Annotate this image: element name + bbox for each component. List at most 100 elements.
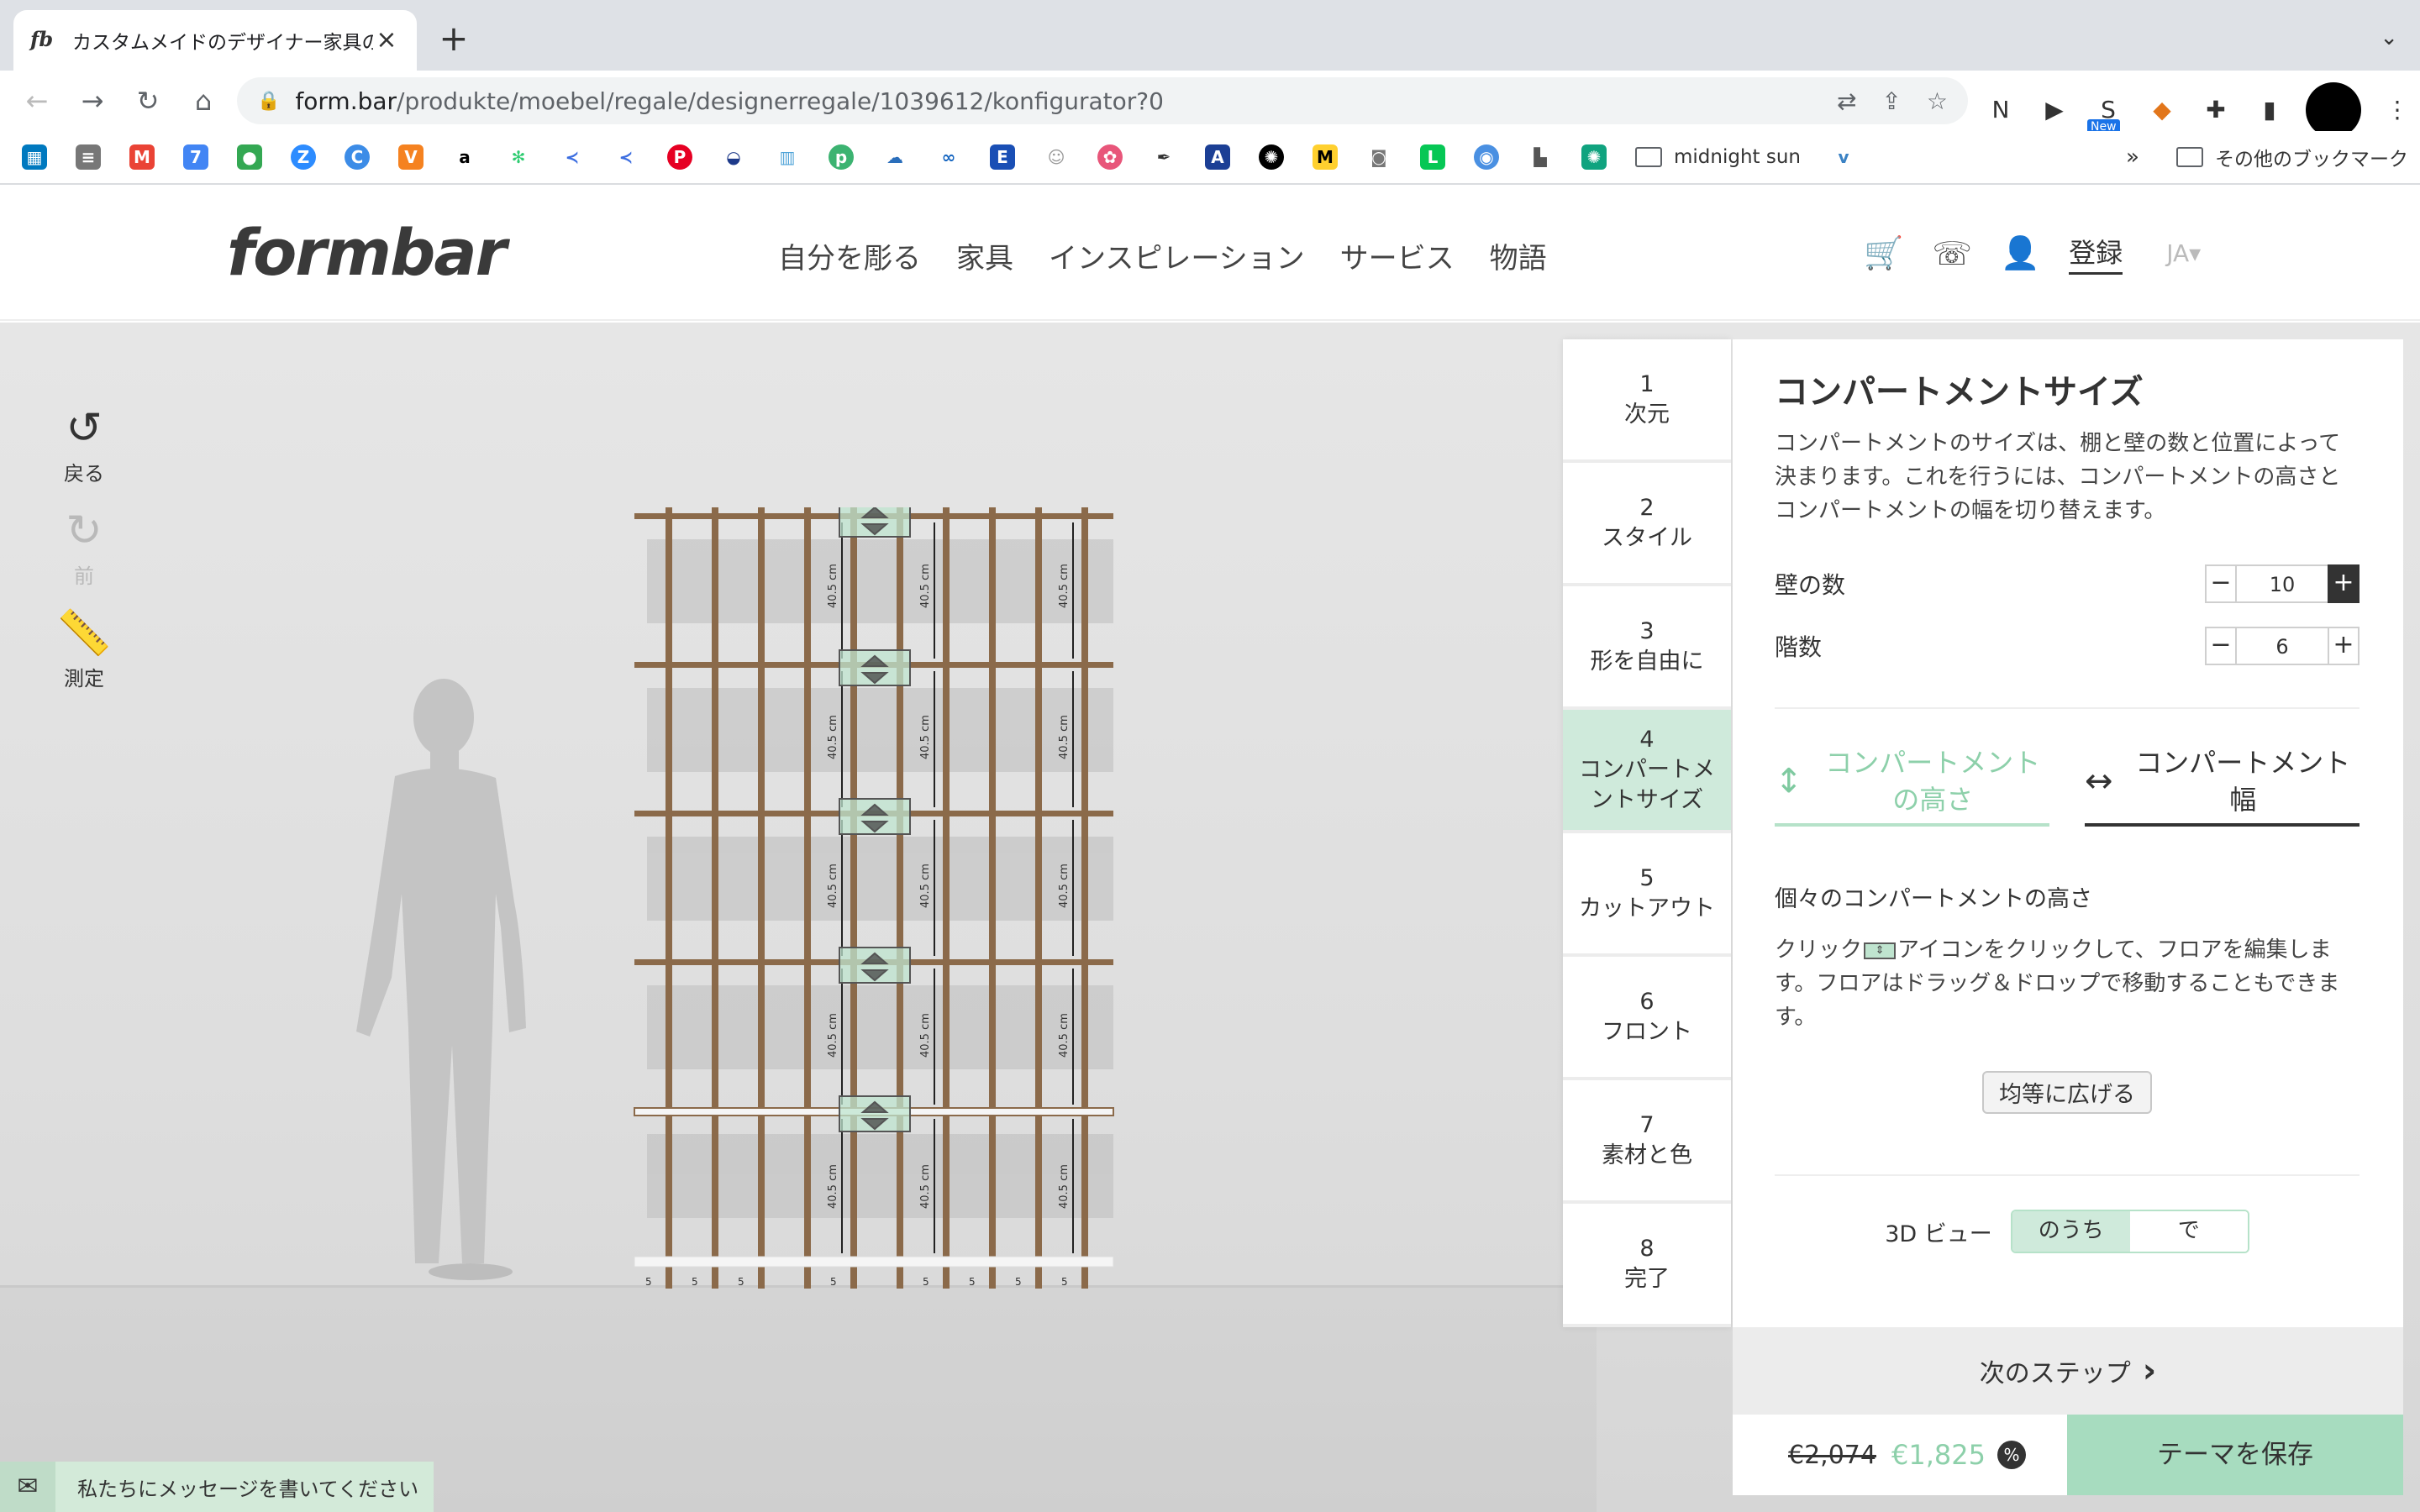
c-bookmark-icon[interactable]: C [345, 144, 370, 170]
gmail-bookmark-icon[interactable]: M [129, 144, 155, 170]
v-arrow-bookmark-icon[interactable]: v [1831, 144, 1857, 170]
step-cutout[interactable]: 5 カットアウト [1563, 833, 1731, 957]
formbar-logo[interactable]: formbar [227, 215, 507, 290]
next-step-button[interactable]: 次のステップ › [1733, 1327, 2403, 1415]
translate-icon[interactable]: ⇄ [1837, 87, 1856, 115]
maps-bookmark-icon[interactable]: ● [237, 144, 262, 170]
other-bookmarks-folder[interactable]: その他のブックマーク [2176, 143, 2408, 171]
arrow2-bookmark-icon[interactable]: ≺ [613, 144, 639, 170]
building-bookmark-icon[interactable]: ▙ [1528, 144, 1553, 170]
step-complete[interactable]: 8 完了 [1563, 1204, 1731, 1327]
openai-bookmark-icon[interactable]: ✺ [1259, 144, 1284, 170]
flower-bookmark-icon[interactable]: ✿ [1097, 144, 1123, 170]
discount-percent-icon[interactable]: % [1996, 1441, 2026, 1469]
login-link[interactable]: 登録 [2069, 232, 2123, 275]
step-free-form[interactable]: 3 形を自由に [1563, 586, 1731, 710]
floor-handle[interactable] [839, 947, 911, 984]
forward-arrow-icon[interactable]: → [74, 82, 111, 119]
p-bookmark-icon[interactable]: p [829, 144, 854, 170]
miro-bookmark-icon[interactable]: M [1313, 144, 1338, 170]
floor-handle[interactable] [839, 507, 911, 538]
bookmark-folder-midnight-sun[interactable]: midnight sun [1635, 146, 1801, 168]
walls-value[interactable]: 10 [2237, 564, 2328, 603]
cart-icon[interactable]: 🛒 [1864, 234, 1903, 272]
floors-decrement-button[interactable]: − [2205, 627, 2237, 665]
side-panel-icon[interactable]: ▮ [2252, 92, 2287, 128]
calendar-bookmark-icon[interactable]: 7 [183, 144, 208, 170]
home-icon[interactable]: ⌂ [185, 82, 222, 119]
3d-view-on-option[interactable]: のうち [2012, 1211, 2130, 1252]
bookmark-star-icon[interactable]: ☆ [1927, 87, 1948, 115]
step-compartment-size[interactable]: 4 コンパートメ ントサイズ [1563, 710, 1731, 833]
nav-item-design[interactable]: 自分を彫る [778, 235, 921, 276]
back-arrow-icon[interactable]: ← [18, 82, 55, 119]
browser-menu-icon[interactable]: ⋮ [2380, 92, 2415, 128]
distribute-evenly-button[interactable]: 均等に広げる [1982, 1071, 2152, 1114]
close-tab-icon[interactable]: × [373, 27, 400, 54]
browser-tab[interactable]: fb カスタムメイドのデザイナー家具の × [13, 10, 417, 71]
undo-button[interactable]: ↺ 戻る [50, 403, 118, 486]
step-material-color[interactable]: 7 素材と色 [1563, 1080, 1731, 1204]
zoom-bookmark-icon[interactable]: Z [291, 144, 316, 170]
measure-button[interactable]: 📏 測定 [50, 608, 118, 691]
step-dimension[interactable]: 1 次元 [1563, 339, 1731, 463]
3d-view-off-option[interactable]: で [2129, 1211, 2248, 1252]
line-bookmark-icon[interactable]: L [1420, 144, 1445, 170]
notion-extension-icon[interactable]: N [1983, 92, 2018, 128]
extensions-puzzle-icon[interactable]: ✚ [2198, 92, 2233, 128]
floor-handle[interactable] [839, 1095, 911, 1132]
redo-button[interactable]: ↻ 前 [50, 506, 118, 589]
pinterest-bookmark-icon[interactable]: P [667, 144, 692, 170]
floors-value[interactable]: 6 [2237, 627, 2328, 665]
nav-item-inspiration[interactable]: インスピレーション [1049, 235, 1305, 276]
user-icon[interactable]: 👤 [2001, 234, 2040, 272]
share-icon[interactable]: ⇪ [1881, 87, 1901, 115]
v-bookmark-icon[interactable]: V [398, 144, 424, 170]
floor-handle[interactable] [839, 649, 911, 686]
new-tab-icon[interactable]: + [435, 20, 472, 57]
pen-bookmark-icon[interactable]: ✒ [1151, 144, 1176, 170]
profile-avatar[interactable] [2306, 82, 2361, 138]
save-theme-button[interactable]: テーマを保存 [2067, 1415, 2403, 1495]
infinity-bookmark-icon[interactable]: ∞ [936, 144, 961, 170]
bookmarks-overflow-icon[interactable]: » [2126, 144, 2139, 170]
asterisk-bookmark-icon[interactable]: ✻ [506, 144, 531, 170]
camera-bookmark-icon[interactable]: ◙ [1366, 144, 1392, 170]
tab-search-chevron-icon[interactable]: ⌄ [2380, 25, 2398, 50]
tab-compartment-width[interactable]: ↔ コンパートメント幅 [2085, 744, 2360, 827]
address-bar[interactable]: 🔒 form.bar/produkte/moebel/regale/design… [237, 77, 1968, 124]
walls-increment-button[interactable]: + [2328, 564, 2360, 603]
metamask-extension-icon[interactable]: ◆ [2144, 92, 2180, 128]
database-bookmark-icon[interactable]: ≡ [76, 144, 101, 170]
nav-item-service[interactable]: サービス [1340, 235, 1455, 276]
step-front[interactable]: 6 フロント [1563, 957, 1731, 1080]
chatgpt-bookmark-icon[interactable]: ✺ [1581, 144, 1607, 170]
ana-bookmark-icon[interactable]: A [1205, 144, 1230, 170]
nav-item-story[interactable]: 物語 [1490, 235, 1547, 276]
step-style[interactable]: 2 スタイル [1563, 463, 1731, 586]
lock-icon[interactable]: 🔒 [257, 91, 280, 112]
arrow-bookmark-icon[interactable]: ≺ [560, 144, 585, 170]
reload-icon[interactable]: ↻ [129, 82, 166, 119]
video-extension-icon[interactable]: ▶ [2037, 92, 2072, 128]
e-bookmark-icon[interactable]: E [990, 144, 1015, 170]
brain-bookmark-icon[interactable]: ◉ [1474, 144, 1499, 170]
walls-decrement-button[interactable]: − [2205, 564, 2237, 603]
cloud-bookmark-icon[interactable]: ☁ [882, 144, 908, 170]
language-selector[interactable]: JA▾ [2166, 239, 2201, 267]
floors-increment-button[interactable]: + [2328, 627, 2360, 665]
tab-compartment-height[interactable]: ↕ コンパートメントの高さ [1775, 744, 2049, 827]
shelf-model[interactable]: 40.5 cm 40.5 cm 40.5 cm 40.5 cm 40.5 cm … [622, 507, 1143, 1314]
sphere-bookmark-icon[interactable]: ◒ [721, 144, 746, 170]
amazon-bookmark-icon[interactable]: a [452, 144, 477, 170]
chart-bookmark-icon[interactable]: ▥ [775, 144, 800, 170]
browser-toolbar: ← → ↻ ⌂ 🔒 form.bar/produkte/moebel/regal… [0, 71, 2420, 138]
floor-handle[interactable] [839, 798, 911, 835]
settings-panel: コンパートメントサイズ コンパートメントのサイズは、棚と壁の数と位置によって決ま… [1733, 339, 2403, 1327]
smile-bookmark-icon[interactable]: ☺ [1044, 144, 1069, 170]
phone-icon[interactable]: ☏ [1932, 235, 1972, 272]
chat-widget[interactable]: ✉ 私たちにメッセージを書いてください [0, 1462, 434, 1512]
nav-item-furniture[interactable]: 家具 [956, 235, 1013, 276]
new-extension-icon[interactable]: S New [2087, 92, 2126, 134]
trello-bookmark-icon[interactable]: ▦ [22, 144, 47, 170]
